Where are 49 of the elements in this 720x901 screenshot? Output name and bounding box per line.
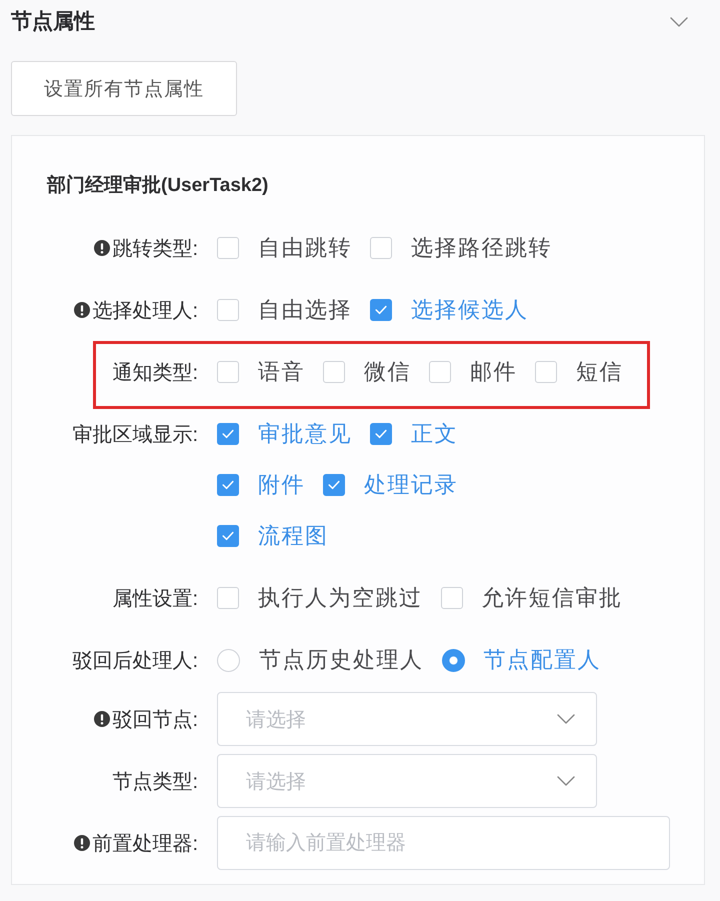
checkmark-icon [222,429,234,439]
field-label: 选择处理人: [92,298,198,324]
checkmark-icon [222,531,234,541]
checkbox-label[interactable]: 短信 [576,357,623,387]
checkbox-label[interactable]: 语音 [258,357,305,387]
checkmark-icon [375,305,387,315]
checkbox[interactable] [217,525,239,547]
checkbox[interactable] [217,587,239,609]
field-label: 节点类型: [112,770,198,794]
checkmark-icon [328,480,340,490]
checkbox[interactable] [440,587,462,609]
checkbox-label[interactable]: 自由选择 [258,295,352,325]
field-label: 通知类型: [112,360,198,386]
checkbox[interactable] [217,237,239,259]
checkbox-label[interactable]: 选择路径跳转 [411,233,552,263]
field-label: 跳转类型: [112,236,198,262]
input-field[interactable]: 请输入前置处理器 [217,816,670,870]
checkbox[interactable] [217,361,239,383]
checkbox[interactable] [217,474,239,496]
checkbox[interactable] [217,423,239,445]
field-label: 审批区域显示: [72,422,198,448]
panel-title: 节点属性 [11,9,95,35]
checkbox[interactable] [323,361,345,383]
node-title: 部门经理审批(UserTask2) [47,174,268,198]
field-label: 属性设置: [112,586,198,612]
checkbox[interactable] [370,299,392,321]
checkbox-label[interactable]: 允许短信审批 [482,583,622,613]
checkbox-label[interactable]: 邮件 [470,357,517,387]
checkbox[interactable] [370,423,392,445]
field-label: 驳回节点: [112,708,198,732]
radio-label[interactable]: 节点历史处理人 [259,645,424,675]
set-all-properties-button[interactable]: 设置所有节点属性 [11,61,237,116]
checkbox[interactable] [323,474,345,496]
checkmark-icon [222,480,234,490]
radio-button[interactable] [217,648,240,672]
radio-button[interactable] [442,648,464,672]
checkbox[interactable] [217,299,239,321]
checkbox[interactable] [429,361,451,383]
checkbox-label[interactable]: 执行人为空跳过 [258,583,422,613]
chevron-down-icon [557,776,575,786]
checkbox[interactable] [370,237,392,259]
field-label: 驳回后处理人: [72,648,198,674]
checkmark-icon [375,429,387,439]
chevron-down-icon[interactable] [670,17,688,27]
chevron-down-icon [557,714,575,724]
field-label: 前置处理器: [92,832,198,856]
checkbox[interactable] [535,361,557,383]
checkbox-label[interactable]: 自由跳转 [258,233,352,263]
checkbox-label[interactable]: 微信 [364,357,411,387]
